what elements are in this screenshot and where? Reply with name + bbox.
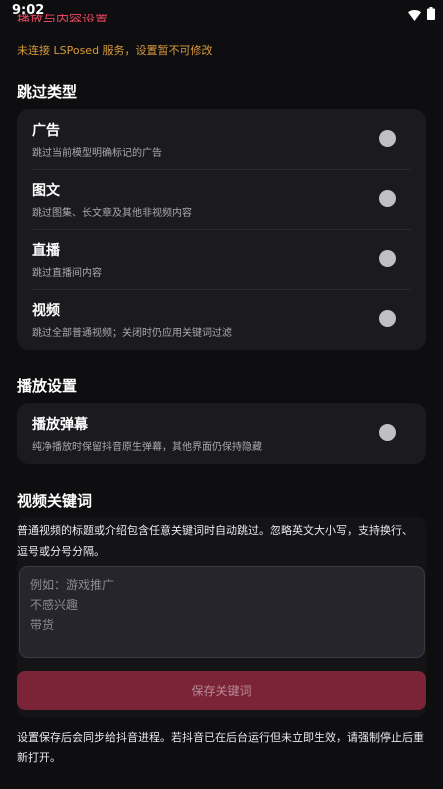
option-description: 跳过当前模型明确标记的广告 <box>32 148 162 159</box>
save-keywords-label: 保存关键词 <box>191 684 252 698</box>
option-label: 图文 <box>32 183 60 199</box>
option-label: 广告 <box>32 123 60 139</box>
keywords-placeholder: 例如：游戏推广 不感兴趣 带货 <box>30 578 115 632</box>
battery-icon <box>427 5 435 24</box>
option-description: 纯净播放时保留抖音原生弹幕，其他界面仍保持隐藏 <box>32 442 262 453</box>
radio-button[interactable] <box>379 424 396 441</box>
option-row-live[interactable]: 直播 跳过直播间内容 <box>17 229 426 289</box>
option-label: 播放弹幕 <box>32 417 88 433</box>
option-description: 跳过直播间内容 <box>32 268 102 279</box>
radio-button[interactable] <box>379 250 396 267</box>
section-title-playback: 播放设置 <box>17 377 78 395</box>
option-row-video[interactable]: 视频 跳过全部普通视频；关闭时仍应用关键词过滤 <box>17 289 426 349</box>
keywords-description: 普通视频的标题或介绍包含任意关键词时自动跳过。忽略英文大小写，支持换行、逗号或分… <box>17 524 413 558</box>
option-description: 跳过图集、长文章及其他非视频内容 <box>32 208 192 219</box>
service-warning: 未连接 LSPosed 服务，设置暂不可修改 <box>17 44 213 57</box>
option-row-image-text[interactable]: 图文 跳过图集、长文章及其他非视频内容 <box>17 169 426 229</box>
option-row-danmaku[interactable]: 播放弹幕 纯净播放时保留抖音原生弹幕，其他界面仍保持隐藏 <box>17 403 426 463</box>
keywords-input[interactable]: 例如：游戏推广 不感兴趣 带货 <box>19 566 425 658</box>
option-label: 直播 <box>32 243 60 259</box>
save-keywords-button[interactable]: 保存关键词 <box>17 671 426 710</box>
footer-note: 设置保存后会同步给抖音进程。若抖音已在后台运行但未立即生效，请强制停止后重新打开… <box>17 731 424 764</box>
skip-types-card: 广告 跳过当前模型明确标记的广告 图文 跳过图集、长文章及其他非视频内容 直播 … <box>17 109 426 350</box>
radio-button[interactable] <box>379 310 396 327</box>
page-title: 播放与内容设置 <box>17 14 109 22</box>
option-row-ads[interactable]: 广告 跳过当前模型明确标记的广告 <box>17 109 426 169</box>
option-description: 跳过全部普通视频；关闭时仍应用关键词过滤 <box>32 328 232 339</box>
playback-card: 播放弹幕 纯净播放时保留抖音原生弹幕，其他界面仍保持隐藏 <box>17 403 426 464</box>
section-title-keywords: 视频关键词 <box>17 492 93 510</box>
radio-button[interactable] <box>379 190 396 207</box>
section-title-skip-types: 跳过类型 <box>17 83 78 101</box>
wifi-icon <box>408 6 421 25</box>
radio-button[interactable] <box>379 130 396 147</box>
option-label: 视频 <box>32 303 60 319</box>
